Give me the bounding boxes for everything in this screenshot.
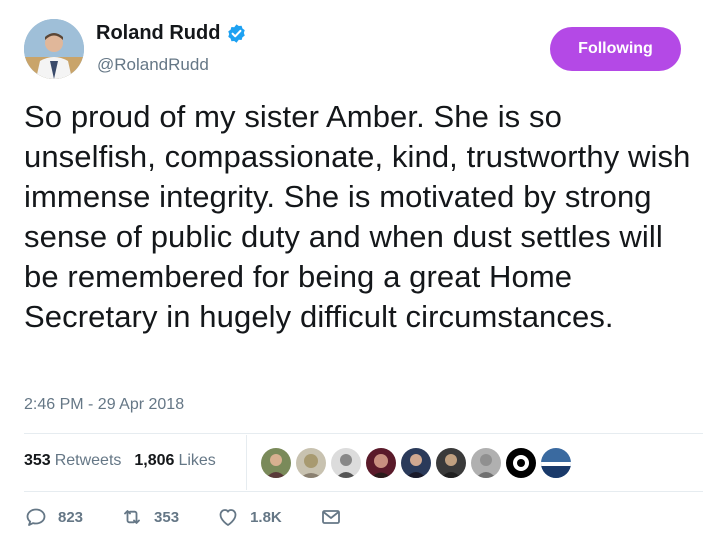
liker-avatar[interactable] [506,448,536,478]
following-button[interactable]: Following [550,27,681,71]
engagement-stats: 353 Retweets 1,806 Likes [24,452,229,470]
liker-avatar[interactable] [471,448,501,478]
liker-avatar[interactable] [436,448,466,478]
heart-icon [219,509,237,526]
retweets-stat[interactable]: 353 Retweets [24,452,121,470]
tweet-text: So proud of my sister Amber. She is so u… [24,99,691,334]
liker-avatar[interactable] [331,448,361,478]
retweets-count: 353 [24,452,51,469]
tweet-actions: 823 353 1.8K [24,505,380,529]
retweet-count: 353 [154,508,180,526]
like-count: 1.8K [250,508,282,526]
retweet-icon [124,510,140,524]
liker-avatar[interactable] [261,448,291,478]
liker-avatar[interactable] [296,448,326,478]
likes-stat[interactable]: 1,806 Likes [134,452,215,470]
liker-avatars [261,448,576,478]
reply-icon [26,508,46,526]
reply-button[interactable]: 823 [24,505,83,529]
reply-count: 823 [58,508,84,526]
likes-count: 1,806 [134,452,175,469]
author-name[interactable]: Roland Rudd [96,21,220,45]
retweets-label: Retweets [54,452,122,469]
retweet-button[interactable]: 353 [120,505,179,529]
direct-message-button[interactable] [319,505,343,529]
like-button[interactable]: 1.8K [216,505,282,529]
verified-badge-icon [226,23,247,44]
tweet-timestamp[interactable]: 2:46 PM - 29 Apr 2018 [24,396,184,414]
liker-avatar[interactable] [401,448,431,478]
liker-avatar[interactable] [366,448,396,478]
author-handle[interactable]: @RolandRudd [97,55,209,75]
divider-bottom [24,491,703,492]
envelope-icon [321,510,340,524]
stats-separator [246,435,247,490]
likes-label: Likes [178,452,216,469]
liker-avatar[interactable] [541,448,571,478]
divider-top [24,433,703,434]
author-avatar[interactable] [24,19,84,79]
